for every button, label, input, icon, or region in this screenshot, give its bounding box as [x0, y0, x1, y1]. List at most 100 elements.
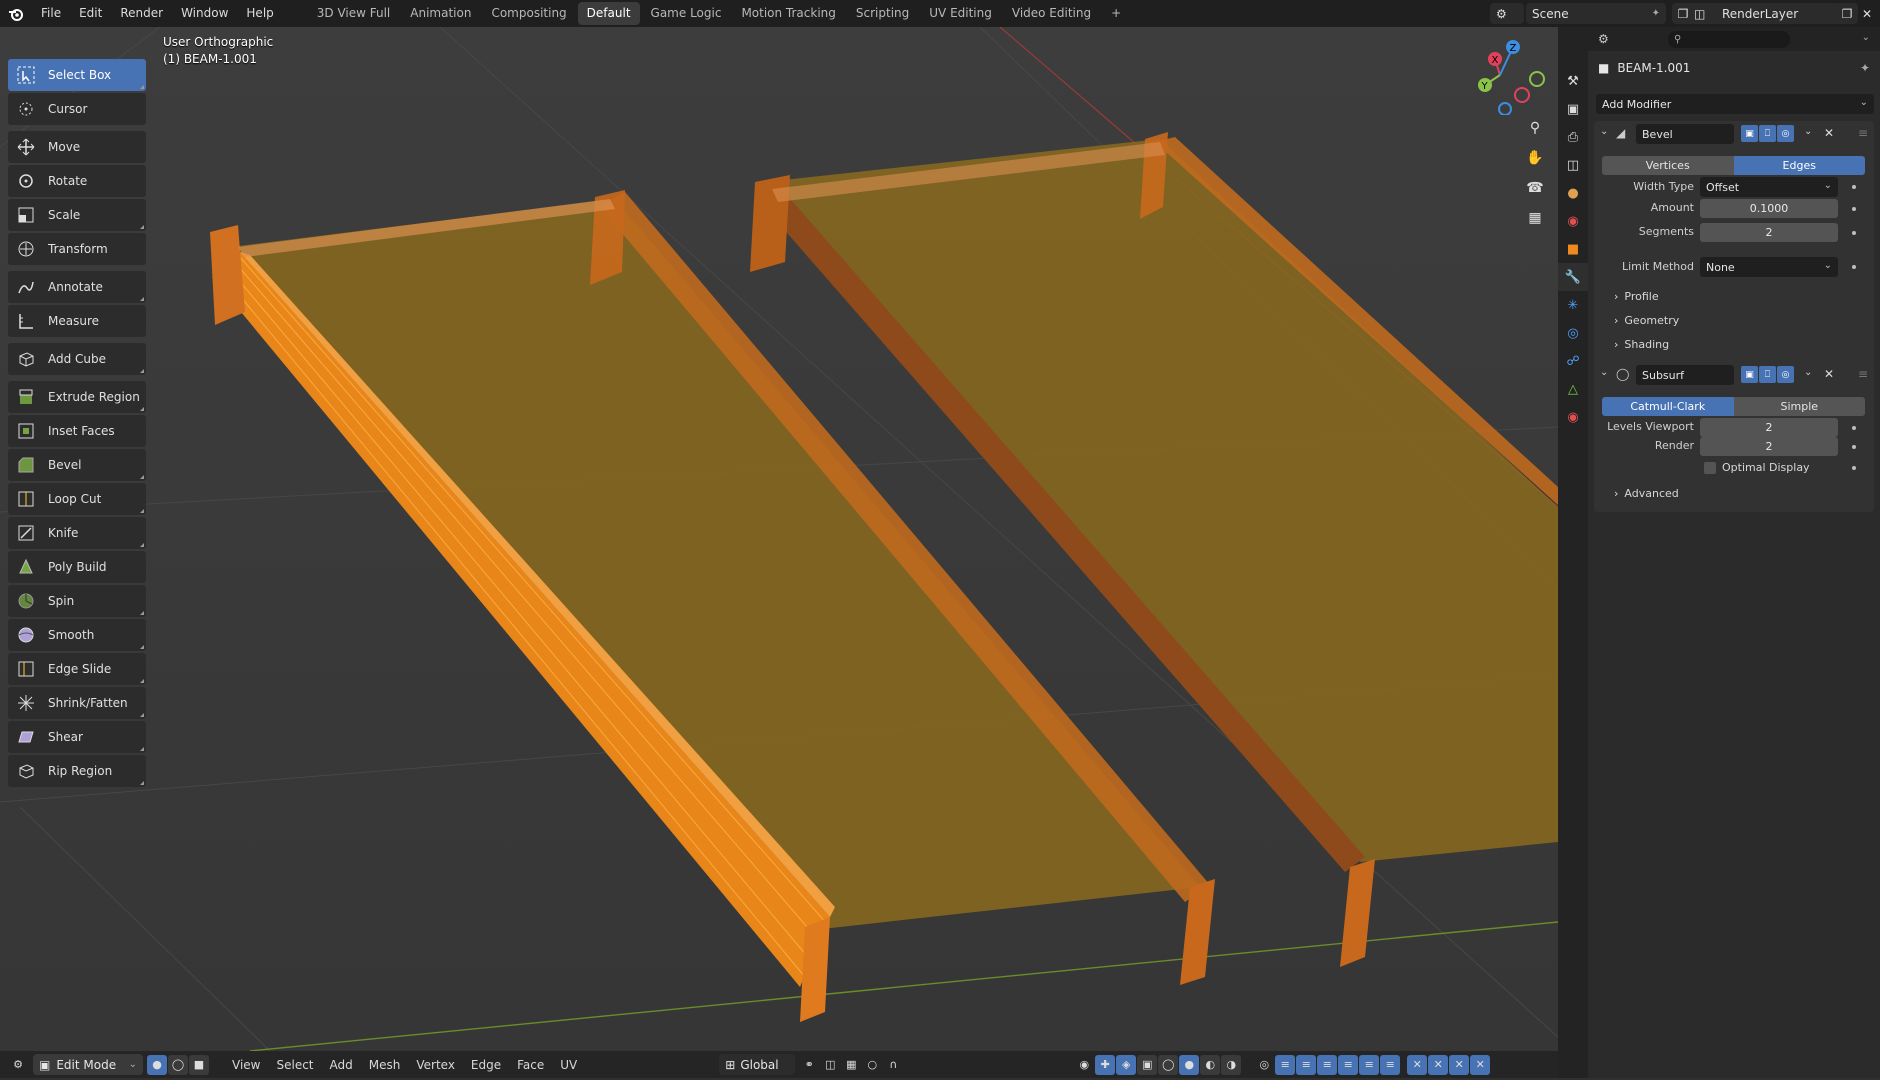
mode-selector[interactable]: ▣ Edit Mode ⌄: [33, 1054, 143, 1075]
new-view-layer-button[interactable]: ❐: [1836, 3, 1858, 24]
collapse-chevron-icon[interactable]: ⌄: [1600, 126, 1608, 137]
geometry-subpanel[interactable]: › Geometry: [1614, 314, 1679, 327]
3d-viewport[interactable]: User Orthographic (1) BEAM-1.001 Select …: [0, 27, 1558, 1051]
stats-toggle-6[interactable]: ≡: [1380, 1054, 1401, 1075]
remove-view-layer-button[interactable]: ✕: [1856, 3, 1878, 24]
output-tab-icon[interactable]: ⎙: [1558, 123, 1588, 151]
render-levels-field[interactable]: 2: [1700, 437, 1838, 456]
simple-button[interactable]: Simple: [1733, 397, 1865, 416]
camera-icon[interactable]: ☎: [1522, 175, 1548, 201]
segments-field[interactable]: 2: [1700, 223, 1838, 242]
blender-logo-icon[interactable]: [0, 0, 32, 27]
mesh-edit-toggle-1[interactable]: ✕: [1407, 1054, 1428, 1075]
tool-edge-slide[interactable]: Edge Slide: [8, 653, 146, 685]
mesh-edit-toggle-3[interactable]: ✕: [1449, 1054, 1470, 1075]
tool-poly-build[interactable]: Poly Build: [8, 551, 146, 583]
menu-mesh[interactable]: Mesh: [361, 1058, 409, 1072]
menu-face[interactable]: Face: [509, 1058, 552, 1072]
render-tab-icon[interactable]: ▣: [1558, 95, 1588, 123]
tool-smooth[interactable]: Smooth: [8, 619, 146, 651]
editor-type-icon[interactable]: ⚙: [1598, 32, 1609, 46]
viewport-toggle-icon[interactable]: ⎕: [1759, 125, 1776, 142]
optimal-display-checkbox[interactable]: [1704, 462, 1716, 474]
drag-handle-icon[interactable]: ≡: [1858, 367, 1868, 381]
keyframe-dot-icon[interactable]: [1852, 466, 1856, 470]
xray-toggle-icon[interactable]: ▣: [1137, 1054, 1158, 1075]
zoom-icon[interactable]: ⚲: [1522, 115, 1548, 141]
mesh-edit-toggle-2[interactable]: ✕: [1428, 1054, 1449, 1075]
physics-tab-icon[interactable]: ◎: [1558, 319, 1588, 347]
pin-icon[interactable]: ✦: [1860, 61, 1870, 75]
tab-animation[interactable]: Animation: [401, 2, 480, 25]
pan-hand-icon[interactable]: ✋: [1522, 145, 1548, 171]
snap-target-icon[interactable]: ▦: [841, 1055, 861, 1075]
bevel-name-field[interactable]: Bevel: [1636, 124, 1734, 144]
menu-edge[interactable]: Edge: [463, 1058, 509, 1072]
shading-rendered-icon[interactable]: ◑: [1221, 1054, 1242, 1075]
proportional-edit-icon[interactable]: ○: [862, 1055, 882, 1075]
mesh-edit-toggle-4[interactable]: ✕: [1470, 1054, 1491, 1075]
affect-edges-button[interactable]: Edges: [1733, 156, 1865, 175]
tool-transform[interactable]: Transform: [8, 233, 146, 265]
tool-knife[interactable]: Knife: [8, 517, 146, 549]
tool-shrink-fatten[interactable]: Shrink/Fatten: [8, 687, 146, 719]
menu-uv[interactable]: UV: [552, 1058, 585, 1072]
search-input[interactable]: ⚲: [1668, 31, 1790, 48]
width-type-dropdown[interactable]: Offset ⌄: [1700, 177, 1838, 197]
keyframe-dot-icon[interactable]: [1852, 231, 1856, 235]
menu-window[interactable]: Window: [172, 0, 237, 27]
navigation-gizmo[interactable]: X Y Z: [1455, 35, 1545, 115]
stats-toggle-2[interactable]: ≡: [1296, 1054, 1317, 1075]
tool-annotate[interactable]: Annotate: [8, 271, 146, 303]
menu-help[interactable]: Help: [237, 0, 282, 27]
pivot-icon[interactable]: ⚭: [799, 1055, 819, 1075]
pin-icon[interactable]: ✦: [1652, 8, 1660, 19]
keyframe-dot-icon[interactable]: [1852, 265, 1856, 269]
visibility-icon[interactable]: ◉: [1074, 1055, 1094, 1075]
render-toggle-icon[interactable]: ◎: [1777, 366, 1794, 383]
eye-icon[interactable]: ◎: [1254, 1055, 1274, 1075]
keyframe-dot-icon[interactable]: [1852, 426, 1856, 430]
tool-scale[interactable]: Scale: [8, 199, 146, 231]
menu-file[interactable]: File: [32, 0, 70, 27]
tool-inset-faces[interactable]: Inset Faces: [8, 415, 146, 447]
tab-3d-view-full[interactable]: 3D View Full: [308, 2, 400, 25]
tool-measure[interactable]: Measure: [8, 305, 146, 337]
tool-bevel[interactable]: Bevel: [8, 449, 146, 481]
catmull-clark-button[interactable]: Catmull-Clark: [1602, 397, 1734, 416]
tool-loop-cut[interactable]: Loop Cut: [8, 483, 146, 515]
tab-scripting[interactable]: Scripting: [847, 2, 918, 25]
keyframe-dot-icon[interactable]: [1852, 185, 1856, 189]
transform-orientation-selector[interactable]: ⊞ Global: [719, 1054, 796, 1075]
profile-subpanel[interactable]: › Profile: [1614, 290, 1659, 303]
editor-type-icon[interactable]: ⚙: [8, 1055, 28, 1075]
add-modifier-dropdown[interactable]: Add Modifier ⌄: [1596, 94, 1874, 114]
stats-toggle-1[interactable]: ≡: [1275, 1054, 1296, 1075]
view-layer-selector[interactable]: RenderLayer: [1716, 3, 1840, 24]
chevron-down-icon[interactable]: ⌄: [1804, 126, 1812, 137]
shading-solid-icon[interactable]: ●: [1179, 1054, 1200, 1075]
drag-handle-icon[interactable]: ≡: [1858, 126, 1868, 140]
keyframe-dot-icon[interactable]: [1852, 207, 1856, 211]
tab-uv-editing[interactable]: UV Editing: [920, 2, 1001, 25]
amount-field[interactable]: 0.1000: [1700, 199, 1838, 218]
tab-video-editing[interactable]: Video Editing: [1003, 2, 1100, 25]
stats-toggle-4[interactable]: ≡: [1338, 1054, 1359, 1075]
chevron-down-icon[interactable]: ⌄: [1804, 367, 1812, 378]
vertex-select-button[interactable]: ●: [147, 1054, 167, 1075]
subsurf-name-field[interactable]: Subsurf: [1636, 365, 1734, 385]
menu-select[interactable]: Select: [268, 1058, 321, 1072]
close-icon[interactable]: ✕: [1824, 126, 1834, 140]
tab-default[interactable]: Default: [577, 2, 640, 25]
close-icon[interactable]: ✕: [1824, 367, 1834, 381]
stats-toggle-5[interactable]: ≡: [1359, 1054, 1380, 1075]
viewport-toggle-icon[interactable]: ⎕: [1759, 366, 1776, 383]
tool-add-cube[interactable]: Add Cube: [8, 343, 146, 375]
tool-rip-region[interactable]: Rip Region: [8, 755, 146, 787]
object-tab-icon[interactable]: ■: [1558, 235, 1588, 263]
menu-render[interactable]: Render: [111, 0, 172, 27]
tool-select-box[interactable]: Select Box: [8, 59, 146, 91]
affect-vertices-button[interactable]: Vertices: [1602, 156, 1734, 175]
snap-icon[interactable]: ◫: [820, 1055, 840, 1075]
shading-wireframe-icon[interactable]: ◯: [1158, 1054, 1179, 1075]
